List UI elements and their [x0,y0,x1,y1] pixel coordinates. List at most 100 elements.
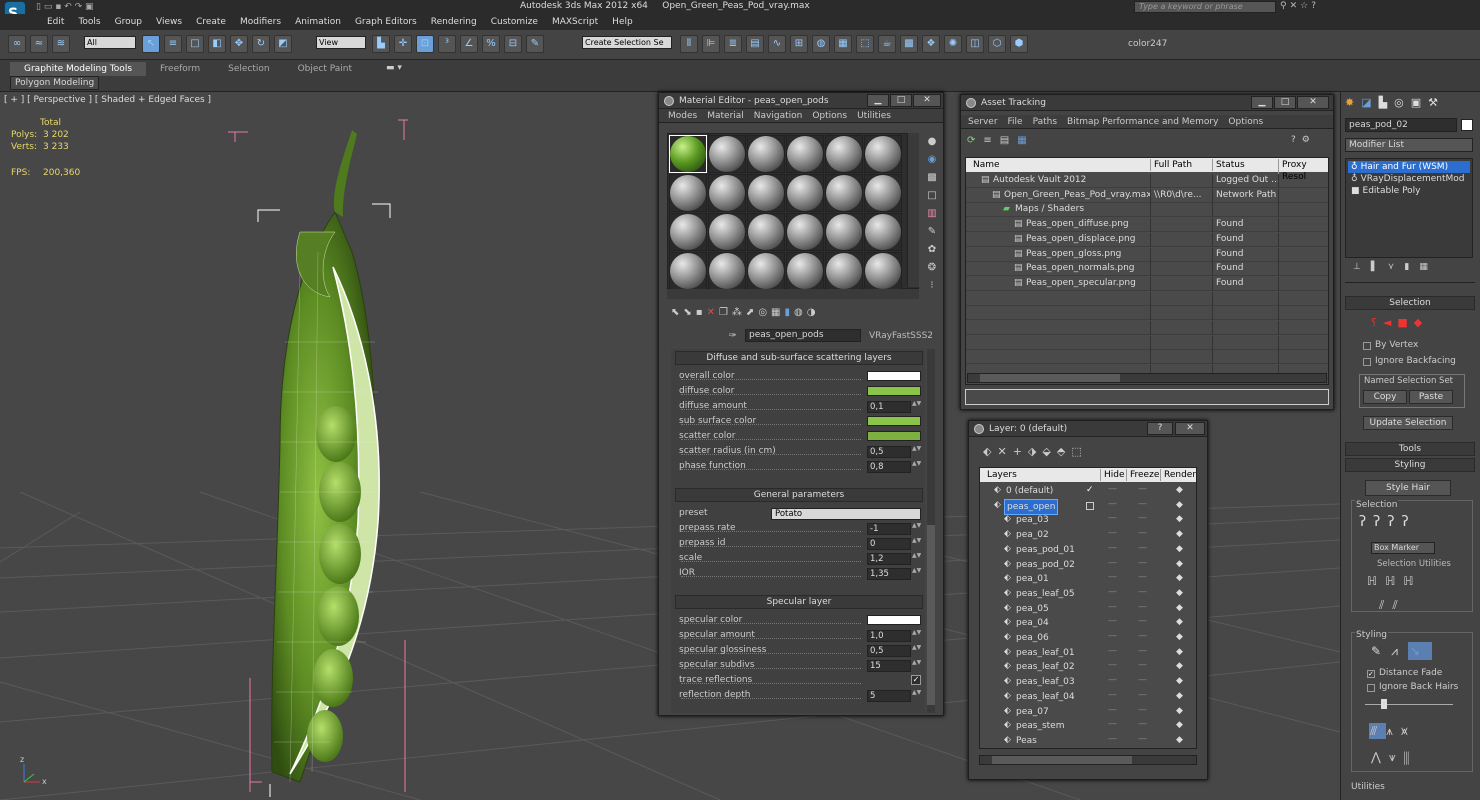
asset-menu-bitmap-performance-and-memory[interactable]: Bitmap Performance and Memory [1062,117,1223,127]
freeze-toggle[interactable]: — [1138,528,1147,538]
asset-row[interactable]: ▤ Open_Green_Peas_Pod_vray.max \\R0\d\re..… [966,188,1328,203]
new-file-icon[interactable]: ▯ [36,2,41,12]
render-toggle-icon[interactable]: ◆ [1176,617,1183,627]
material-editor-title-bar[interactable]: Material Editor - peas_open_pods ▁ □ ✕ [659,93,943,109]
menu-item-create[interactable]: Create [189,17,233,27]
display-tab-icon[interactable]: ▣ [1411,96,1428,109]
freeze-all-icon[interactable]: ⬚ [1071,445,1087,458]
phase-function-spinner-arrows[interactable]: ▲▼ [912,461,921,473]
scatter-color-color-swatch[interactable] [867,431,921,441]
vray-camera-icon[interactable]: ◫ [966,35,984,53]
unlink-icon[interactable]: ≈ [30,35,48,53]
hide-toggle[interactable]: — [1108,646,1117,656]
percent-snap-icon[interactable]: % [482,35,500,53]
prepass-id-spinner-arrows[interactable]: ▲▼ [912,538,921,550]
reflection-depth-spinner[interactable]: 5 [867,690,911,702]
trace-reflections-checkbox[interactable]: ✓ [911,675,921,685]
hide-toggle[interactable]: — [1108,675,1117,685]
maximize-button[interactable]: □ [890,94,912,107]
asset-row[interactable]: ▤ Peas_open_specular.png Found [966,276,1328,291]
window-crossing-icon[interactable]: ◧ [208,35,226,53]
make-preview-icon[interactable]: ✎ [923,223,941,241]
vray-light-icon[interactable]: ✺ [944,35,962,53]
current-layer-box[interactable] [1086,501,1094,510]
help-button[interactable]: ? [1147,422,1173,435]
selection-filter-select[interactable]: All [84,36,136,49]
asset-path-field[interactable] [965,389,1329,405]
close-button[interactable]: ✕ [1297,96,1329,109]
modifier-stack-item[interactable]: ♁ Hair and Fur (WSM) [1348,161,1470,173]
add-to-layer-icon[interactable]: + [1013,445,1028,458]
show-map-icon[interactable]: ▦ [771,307,784,318]
redo-icon[interactable]: ↷ [75,2,83,12]
help-icon[interactable]: ? [1311,1,1319,11]
hide-toggle[interactable]: — [1108,558,1117,568]
ignore-backfacing-checkbox[interactable] [1363,358,1371,366]
freeze-toggle[interactable]: — [1138,660,1147,670]
freeze-toggle[interactable]: — [1138,499,1147,509]
object-color-swatch[interactable] [1461,119,1473,131]
layer-manager-icon[interactable]: ≣ [724,35,742,53]
sample-slots-hscrollbar[interactable] [667,289,919,299]
select-icon[interactable]: ⩘ [1391,644,1408,658]
hide-toggle[interactable]: — [1108,499,1117,509]
render-toggle-icon[interactable]: ◆ [1176,720,1183,730]
search-input[interactable]: Type a keyword or phrase [1134,1,1276,13]
menu-item-maxscript[interactable]: MAXScript [545,17,605,27]
paste-button[interactable]: Paste [1409,390,1453,404]
layer-row[interactable]: ⬖ 0 (default) ✓ — — ◆ [980,484,1196,498]
menu-item-modifiers[interactable]: Modifiers [233,17,288,27]
copy-button[interactable]: Copy [1363,390,1407,404]
hide-toggle[interactable]: — [1108,543,1117,553]
asset-menu-paths[interactable]: Paths [1028,117,1062,127]
layer-column-layers[interactable]: Layers [984,469,1017,481]
styling-rollout-title[interactable]: Styling [1345,458,1475,472]
material-sample-slot[interactable] [786,135,824,173]
layer-row[interactable]: ⬖ pea_05 — — ◆ [980,602,1196,616]
tools-rollout-title[interactable]: Tools [1345,442,1475,456]
layer-row[interactable]: ⬖ peas_pod_01 — — ◆ [980,543,1196,557]
freeze-toggle[interactable]: — [1138,513,1147,523]
styling-tool-icon[interactable]: ↘ [1407,642,1432,660]
tree-view-icon[interactable]: ▤ [1000,135,1017,146]
ribbon-sub-tab-polygon-modeling[interactable]: Polygon Modeling [10,76,100,90]
layer-row[interactable]: ⬖ peas_open — — ◆ [980,498,1196,515]
material-sample-slot[interactable] [825,135,863,173]
invert-selection-icon[interactable]: ℍ [1367,574,1385,588]
pick-material-icon[interactable]: ✑ [729,331,737,341]
hide-toggle[interactable]: — [1108,513,1117,523]
render-toggle-icon[interactable]: ◆ [1176,691,1183,701]
freeze-toggle[interactable]: — [1138,543,1147,553]
menu-item-help[interactable]: Help [605,17,640,27]
freeze-toggle[interactable]: — [1138,719,1147,729]
modifier-stack-item[interactable]: ■ Editable Poly [1348,185,1470,197]
render-toggle-icon[interactable]: ◆ [1176,573,1183,583]
element-select-icon[interactable]: ◆ [1414,316,1428,329]
maximize-button[interactable]: □ [1274,96,1296,109]
sample-type-icon[interactable]: ● [923,133,941,151]
spinner-snap-icon[interactable]: ⊟ [504,35,522,53]
make-unique-icon[interactable]: ⋎ [1388,262,1405,272]
rotate-selection-icon[interactable]: ℍ [1385,574,1403,588]
render-toggle-icon[interactable]: ◆ [1176,735,1183,745]
rendered-frame-icon[interactable]: ⬚ [856,35,874,53]
graphite-toggle-icon[interactable]: ▤ [746,35,764,53]
material-sample-slot[interactable] [825,174,863,212]
puff-roots-icon[interactable]: ⩙ [1401,724,1416,738]
prepass-id-spinner[interactable]: 0 [867,538,911,550]
material-sample-slot[interactable] [786,252,824,290]
menu-item-graph-editors[interactable]: Graph Editors [348,17,424,27]
render-toggle-icon[interactable]: ◆ [1176,588,1183,598]
hide-toggle[interactable]: — [1108,734,1117,744]
hide-toggle[interactable]: — [1108,705,1117,715]
pin-stack-icon[interactable]: ⊥ [1353,262,1371,272]
modifier-visibility-icon[interactable]: ♁ [1348,162,1361,172]
ribbon-options-icon[interactable]: ▬ ▾ [386,63,402,73]
scale-spinner[interactable]: 1,2 [867,553,911,565]
hide-toggle[interactable]: — [1108,616,1117,626]
go-forward-sibling-icon[interactable]: ◑ [807,307,820,318]
material-id-icon[interactable]: ◎ [758,307,771,318]
assign-material-icon[interactable]: ▪ [696,307,707,318]
material-sample-slot[interactable] [669,252,707,290]
hide-selected-icon[interactable]: ⫽ [1379,598,1392,612]
